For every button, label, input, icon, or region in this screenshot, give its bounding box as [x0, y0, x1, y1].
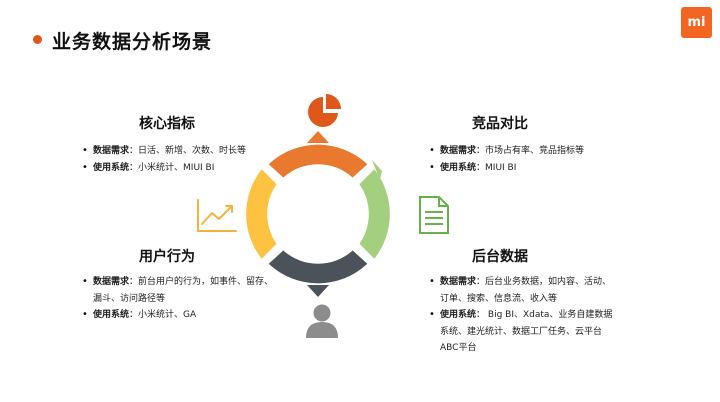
item-separator: ： — [129, 146, 139, 156]
competitor-item: 使用系统：MIUI BI — [429, 160, 659, 177]
backend-data-section: 后台数据 数据需求：后台业务数据，如内容、活动、订单、搜索、信息流、收入等 使用… — [429, 246, 619, 357]
item-label: 使用系统 — [93, 310, 130, 320]
user-icon — [306, 304, 338, 338]
item-label: 使用系统 — [440, 310, 477, 320]
item-separator: ： — [129, 310, 139, 320]
item-label: 数据需求 — [93, 146, 130, 156]
core-metrics-item: 数据需求：日活、新增、次数、时长等 — [82, 143, 302, 160]
item-separator: ： — [476, 310, 486, 320]
item-text: 日活、新增、次数、时长等 — [138, 146, 247, 156]
document-icon — [419, 196, 449, 234]
item-separator: ： — [476, 162, 486, 173]
item-text: MIUI BI — [485, 162, 517, 173]
item-separator: ： — [476, 146, 486, 156]
user-behavior-item: 数据需求：前台用户的行为，如事件、留存、漏斗、访问路径等 — [82, 274, 282, 307]
ring-arrow-bottom — [307, 285, 329, 297]
item-label: 数据需求 — [440, 146, 477, 156]
item-label: 数据需求 — [440, 277, 477, 287]
competitor-comparison-title: 竞品对比 — [472, 116, 528, 132]
item-separator: ： — [476, 277, 486, 287]
backend-item: 使用系统： Big BI、Xdata、业务自建数据系统、建光统计、数据工厂任务、… — [429, 307, 619, 357]
item-text: 小米统计、GA — [138, 310, 197, 320]
core-metrics-item: 使用系统：小米统计、MIUI BI — [82, 160, 302, 177]
user-behavior-section: 用户行为 数据需求：前台用户的行为，如事件、留存、漏斗、访问路径等 使用系统：小… — [82, 246, 282, 324]
user-behavior-title: 用户行为 — [139, 249, 195, 265]
competitor-item: 数据需求：市场占有率、竞品指标等 — [429, 143, 659, 160]
item-text: 小米统计、MIUI BI — [138, 162, 215, 173]
item-label: 使用系统 — [93, 162, 130, 173]
pie-chart-icon — [308, 94, 341, 127]
line-chart-icon — [197, 199, 237, 232]
competitor-comparison-section: 竞品对比 数据需求：市场占有率、竞品指标等 使用系统：MIUI BI — [429, 113, 659, 176]
ring-arrow-top — [307, 131, 329, 143]
backend-item: 数据需求：后台业务数据，如内容、活动、订单、搜索、信息流、收入等 — [429, 274, 619, 307]
core-metrics-section: 核心指标 数据需求：日活、新增、次数、时长等 使用系统：小米统计、MIUI BI — [82, 113, 302, 176]
item-text: 市场占有率、竞品指标等 — [485, 146, 585, 156]
core-metrics-title: 核心指标 — [139, 116, 195, 132]
ring-segment-right — [359, 169, 390, 259]
item-label: 使用系统 — [440, 162, 477, 173]
user-behavior-item: 使用系统：小米统计、GA — [82, 307, 282, 324]
ring-segment-bottom — [268, 250, 368, 284]
backend-data-title: 后台数据 — [472, 249, 528, 265]
item-separator: ： — [129, 162, 139, 173]
item-separator: ： — [129, 277, 139, 287]
item-label: 数据需求 — [93, 277, 130, 287]
